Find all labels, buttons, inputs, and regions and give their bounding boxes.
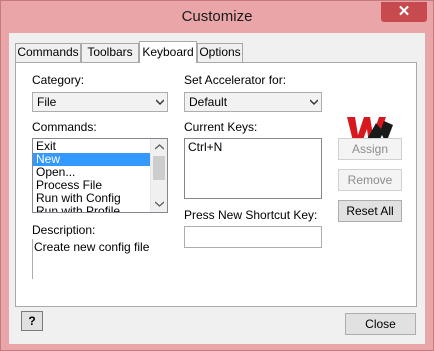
category-value: File (37, 95, 57, 109)
scroll-up-icon[interactable] (155, 144, 164, 150)
keyboard-panel: Category: File Commands: Exit New Open..… (15, 62, 417, 307)
tab-toolbars[interactable]: Toolbars (81, 43, 139, 62)
reset-all-button[interactable]: Reset All (338, 200, 402, 222)
accelerator-value: Default (189, 95, 228, 109)
description-text: Create new config file (34, 240, 150, 254)
current-keys-label: Current Keys: (184, 120, 258, 134)
commands-scrollbar[interactable] (150, 139, 167, 212)
description-box: Create new config file (32, 239, 168, 279)
category-label: Category: (32, 73, 85, 87)
tab-commands[interactable]: Commands (15, 43, 81, 62)
current-keys-list[interactable]: Ctrl+N (184, 138, 322, 199)
accelerator-select[interactable]: Default (184, 92, 322, 112)
close-icon: ✕ (397, 3, 411, 20)
remove-button[interactable]: Remove (338, 169, 402, 191)
help-icon: ? (28, 314, 36, 328)
commands-list[interactable]: Exit New Open... Process File Run with C… (32, 138, 168, 213)
window-title: Customize (181, 8, 253, 25)
tab-keyboard[interactable]: Keyboard (139, 41, 197, 63)
accelerator-label: Set Accelerator for: (184, 73, 287, 87)
chevron-down-icon (156, 99, 164, 105)
category-select[interactable]: File (32, 92, 168, 112)
close-button[interactable]: Close (345, 313, 416, 335)
shortcut-input[interactable] (184, 226, 322, 248)
commands-label: Commands: (32, 120, 97, 134)
shortcut-label: Press New Shortcut Key: (184, 208, 318, 222)
assign-button[interactable]: Assign (338, 138, 402, 160)
scroll-thumb[interactable] (153, 156, 165, 180)
window-close-button[interactable]: ✕ (381, 2, 427, 22)
customize-window: Customize ✕ Commands Toolbars Keyboard O… (0, 0, 434, 351)
tab-options[interactable]: Options (197, 43, 243, 62)
title-bar[interactable]: Customize ✕ (1, 1, 433, 33)
chevron-down-icon (310, 99, 318, 105)
list-item[interactable]: Run with Profile (33, 205, 167, 213)
scroll-down-icon[interactable] (155, 201, 164, 207)
dialog-client-area: Commands Toolbars Keyboard Options Categ… (9, 33, 425, 344)
help-button[interactable]: ? (21, 311, 43, 331)
description-label: Description: (32, 223, 96, 237)
list-item[interactable]: Ctrl+N (185, 139, 321, 154)
